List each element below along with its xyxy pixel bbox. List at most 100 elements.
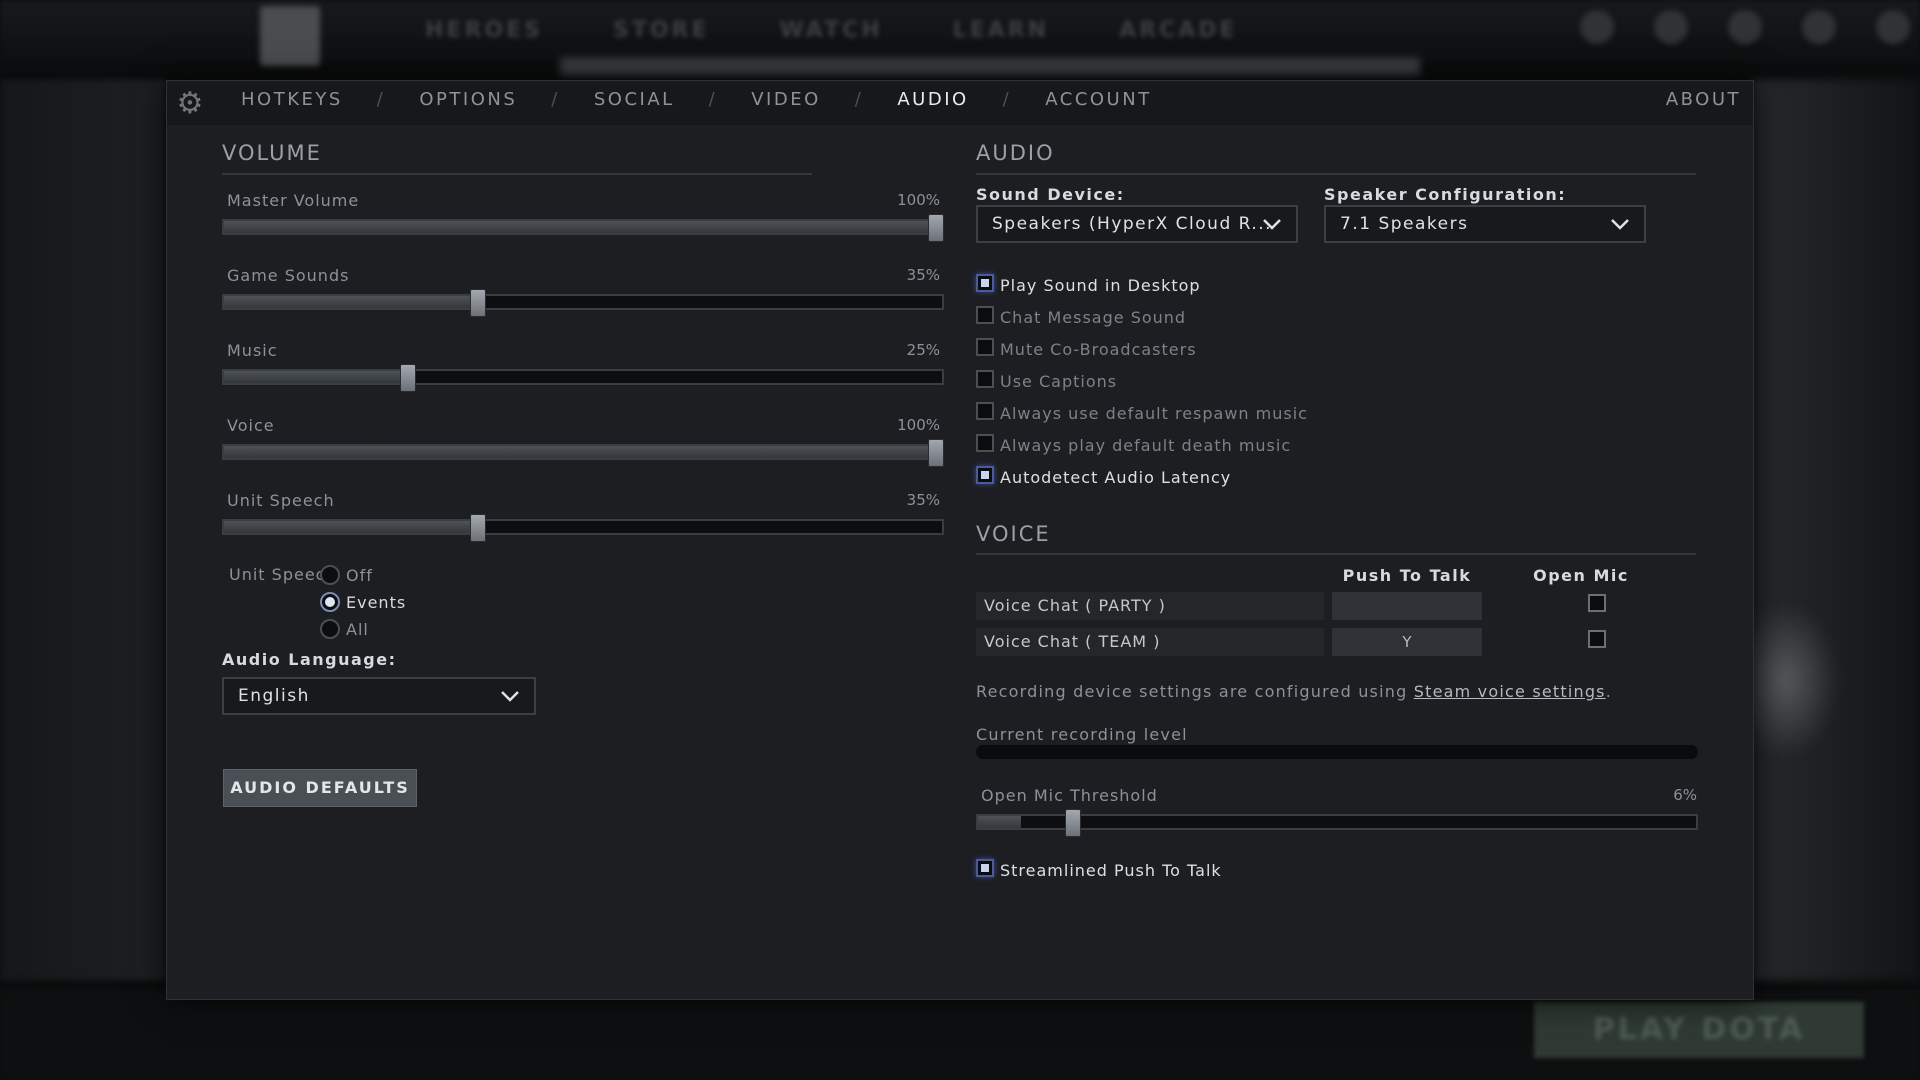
volume-divider (222, 173, 812, 175)
background-nav-item: HEROES (425, 18, 543, 43)
checkbox-box[interactable] (976, 273, 994, 292)
audio-language-label: Audio Language: (222, 650, 397, 669)
checkbox-box[interactable] (976, 465, 994, 484)
audio-option-checkbox[interactable]: Mute Co-Broadcasters (976, 337, 1197, 359)
sound-device-label: Sound Device: (976, 185, 1125, 204)
tab-options[interactable]: OPTIONS (419, 89, 517, 110)
audio-language-value: English (238, 686, 310, 706)
background-nav-item: LEARN (952, 18, 1050, 43)
background-nav: HEROES STORE WATCH LEARN ARCADE (425, 18, 1238, 43)
slider-thumb[interactable] (470, 514, 487, 542)
voice-section-title: VOICE (976, 522, 1051, 546)
audio-option-checkbox[interactable]: Use Captions (976, 369, 1118, 391)
tab-video[interactable]: VIDEO (751, 89, 821, 110)
steam-voice-settings-link[interactable]: Steam voice settings (1414, 682, 1606, 701)
checkbox-label: Always use default respawn music (1000, 404, 1308, 423)
tab-account[interactable]: ACCOUNT (1045, 89, 1151, 110)
volume-slider[interactable] (222, 364, 944, 392)
volume-slider[interactable] (222, 439, 944, 467)
recording-device-note: Recording device settings are configured… (976, 682, 1612, 701)
settings-tab-bar: ⚙ HOTKEYS / OPTIONS / SOCIAL / VIDEO / A… (167, 81, 1753, 125)
unit-speech-events[interactable]: Events (320, 592, 406, 612)
slider-thumb[interactable] (400, 364, 416, 392)
voice-chat-party-key[interactable] (1332, 592, 1482, 620)
checkbox-box[interactable] (976, 337, 994, 356)
sound-device-dropdown[interactable]: Speakers (HyperX Cloud R... (976, 205, 1298, 243)
slider-fill (978, 816, 1022, 828)
checkbox-label: Chat Message Sound (1000, 308, 1187, 327)
voice-chat-team-key[interactable]: Y (1332, 628, 1482, 656)
about-link[interactable]: ABOUT (1666, 89, 1741, 110)
audio-option-checkbox[interactable]: Chat Message Sound (976, 305, 1187, 327)
checkbox-label: Play Sound in Desktop (1000, 276, 1201, 295)
audio-option-checkbox[interactable]: Autodetect Audio Latency (976, 465, 1232, 487)
slider-thumb[interactable] (928, 214, 944, 242)
audio-option-checkbox[interactable]: Play Sound in Desktop (976, 273, 1201, 295)
volume-slider[interactable] (222, 289, 944, 317)
slider-value: 100% (897, 416, 940, 434)
checkbox-label: Autodetect Audio Latency (1000, 468, 1232, 487)
radio-all[interactable] (320, 619, 340, 639)
audio-language-dropdown[interactable]: English (222, 677, 536, 715)
voice-chat-party-label: Voice Chat ( PARTY ) (976, 592, 1324, 620)
gear-icon: ⚙ (176, 86, 204, 121)
radio-all-label: All (346, 619, 369, 639)
volume-slider[interactable] (222, 214, 944, 242)
unit-speech-off[interactable]: Off (320, 565, 373, 585)
voice-chat-team-label: Voice Chat ( TEAM ) (976, 628, 1324, 656)
tab-audio[interactable]: AUDIO (897, 89, 968, 110)
radio-events-label: Events (346, 592, 407, 612)
audio-divider (976, 173, 1696, 175)
audio-option-checkbox[interactable]: Always play default death music (976, 433, 1291, 455)
audio-defaults-button[interactable]: AUDIO DEFAULTS (223, 769, 417, 807)
slider-label: Game Sounds (227, 266, 350, 285)
sound-device-value: Speakers (HyperX Cloud R... (992, 214, 1273, 234)
background-left-panel (0, 80, 166, 980)
open-mic-threshold-slider[interactable] (976, 809, 1698, 837)
chevron-down-icon (501, 691, 519, 702)
background-nav-item: WATCH (779, 18, 883, 43)
background-nav-item: STORE (612, 18, 710, 43)
voice-divider (976, 553, 1696, 555)
slider-fill (224, 221, 942, 233)
volume-slider[interactable] (222, 514, 944, 542)
slider-label: Master Volume (227, 191, 360, 210)
recording-level-meter (976, 745, 1698, 759)
open-mic-threshold-label: Open Mic Threshold (981, 786, 1158, 805)
radio-events[interactable] (320, 592, 340, 612)
slider-thumb[interactable] (470, 289, 487, 317)
tab-hotkeys[interactable]: HOTKEYS (241, 89, 343, 110)
unit-speech-all[interactable]: All (320, 619, 369, 639)
settings-panel: ⚙ HOTKEYS / OPTIONS / SOCIAL / VIDEO / A… (166, 80, 1754, 1000)
checkbox-box[interactable] (976, 369, 994, 388)
background-play-button: PLAY DOTA (1534, 1002, 1864, 1058)
push-to-talk-header: Push To Talk (1342, 566, 1472, 585)
chevron-down-icon (1263, 219, 1281, 230)
voice-chat-party-open-mic-checkbox[interactable] (1588, 594, 1606, 612)
speaker-config-dropdown[interactable]: 7.1 Speakers (1324, 205, 1646, 243)
background-nav-item: ARCADE (1119, 18, 1238, 43)
slider-label: Unit Speech (227, 491, 335, 510)
checkbox-box[interactable] (976, 858, 994, 877)
radio-off[interactable] (320, 565, 340, 585)
slider-thumb[interactable] (928, 439, 944, 467)
checkbox-box[interactable] (976, 305, 994, 324)
tab-social[interactable]: SOCIAL (594, 89, 675, 110)
voice-chat-team-open-mic-checkbox[interactable] (1588, 630, 1606, 648)
slider-label: Music (227, 341, 278, 360)
slider-thumb[interactable] (1065, 809, 1082, 837)
settings-tabs: HOTKEYS / OPTIONS / SOCIAL / VIDEO / AUD… (241, 89, 1152, 110)
tab-separator: / (1002, 89, 1012, 110)
slider-fill (224, 446, 942, 458)
streamlined-push-to-talk-checkbox[interactable]: Streamlined Push To Talk (976, 858, 1222, 880)
background-logo (260, 6, 320, 66)
note-suffix: . (1605, 682, 1613, 701)
checkbox-label: Use Captions (1000, 372, 1118, 391)
checkbox-box[interactable] (976, 401, 994, 420)
audio-option-checkbox[interactable]: Always use default respawn music (976, 401, 1308, 423)
background-icons (1580, 10, 1910, 44)
tab-separator: / (854, 89, 864, 110)
checkbox-box[interactable] (976, 433, 994, 452)
slider-label: Voice (227, 416, 275, 435)
audio-section-title: AUDIO (976, 141, 1055, 165)
